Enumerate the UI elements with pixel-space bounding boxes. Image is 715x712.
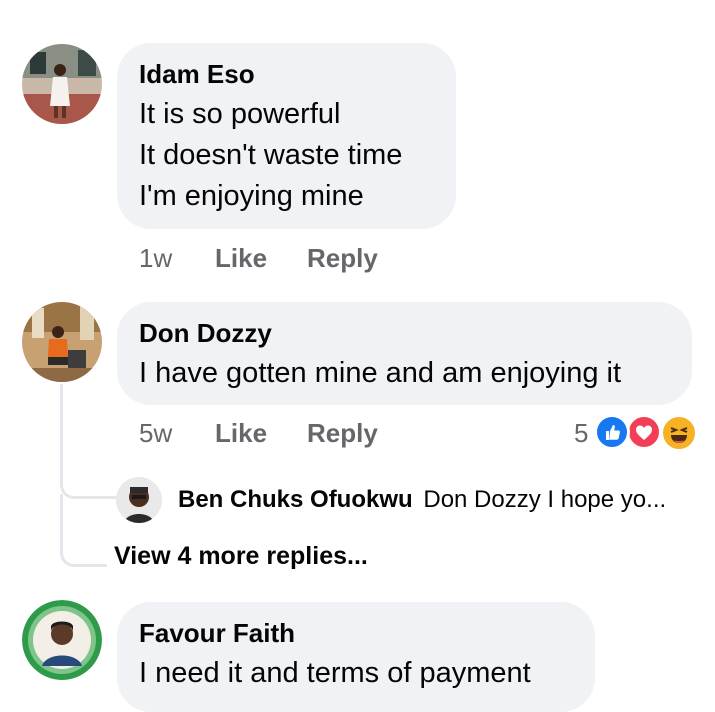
avatar-favour-faith[interactable] [22,600,102,680]
avatar-ben-chuks-ofuokwu[interactable] [116,477,162,523]
comment-timestamp[interactable]: 1w [139,243,172,274]
comment-author[interactable]: Idam Eso [139,59,456,89]
comment-text-line: It is so powerful [139,98,341,130]
comment-author[interactable]: Don Dozzy [139,318,692,348]
like-button[interactable]: Like [215,418,267,449]
thread-connector [60,494,107,567]
avatar-idam-eso[interactable] [22,44,102,124]
comment-actions: 1w Like Reply [0,243,715,277]
reply-button[interactable]: Reply [307,418,378,449]
comment-author[interactable]: Favour Faith [139,618,595,648]
reaction-count[interactable]: 5 [574,418,588,449]
reply-author[interactable]: Ben Chuks Ofuokwu [178,486,413,513]
comment-text-line: It doesn't waste time [139,139,403,171]
comment-timestamp[interactable]: 5w [139,418,172,449]
haha-icon[interactable] [660,414,698,452]
reply-preview[interactable]: Ben Chuks Ofuokwu Don Dozzy I hope yo... [178,486,666,514]
comment-bubble-don-dozzy: Don Dozzy I have gotten mine and am enjo… [117,302,692,405]
like-icon[interactable] [594,414,630,450]
avatar-don-dozzy[interactable] [22,302,102,382]
reply-button[interactable]: Reply [307,243,378,274]
view-more-replies-link[interactable]: View 4 more replies... [114,542,368,571]
comment-bubble-favour-faith: Favour Faith I need it and terms of paym… [117,602,595,712]
comment-text-line: I'm enjoying mine [139,180,364,212]
reply-text: Don Dozzy I hope yo... [423,486,667,513]
comment-text-line: I have gotten mine and am enjoying it [139,357,622,389]
comment-text-line: I need it and terms of payment [139,657,531,689]
love-icon[interactable] [626,414,662,450]
like-button[interactable]: Like [215,243,267,274]
comment-bubble-idam-eso: Idam Eso It is so powerful It doesn't wa… [117,43,456,229]
